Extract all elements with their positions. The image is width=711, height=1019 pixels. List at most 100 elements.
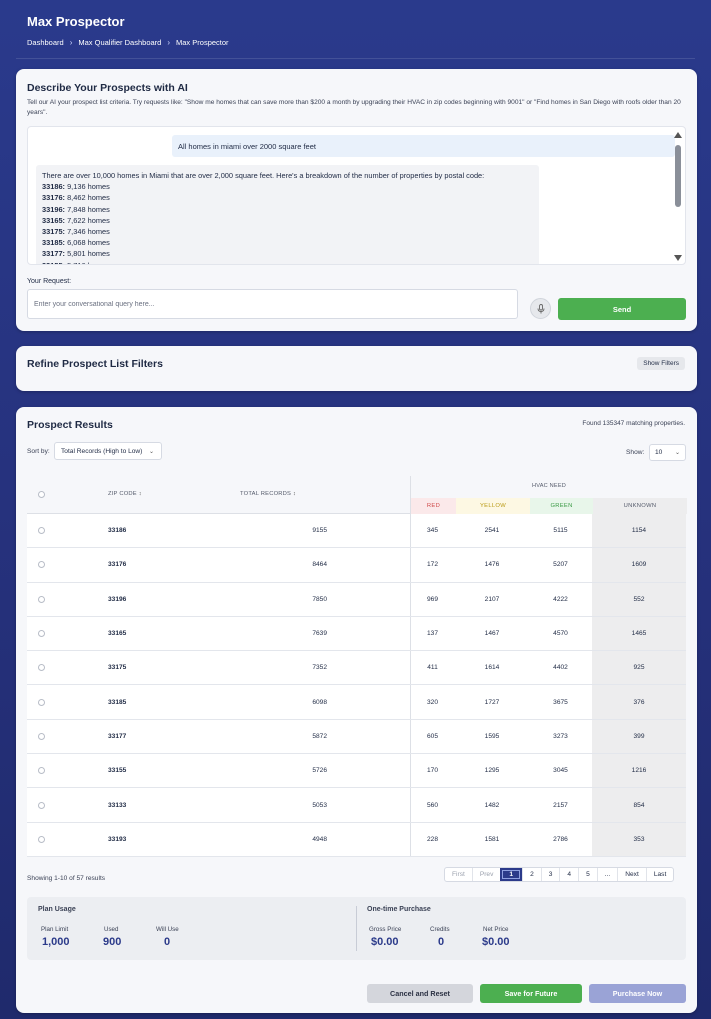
row-checkbox[interactable] — [38, 698, 45, 706]
purchase-now-button[interactable]: Purchase Now — [589, 984, 686, 1003]
page-button-1[interactable]: 1 — [500, 868, 523, 881]
cell-zip: 33176 — [108, 561, 127, 569]
credits-label: Credits — [430, 926, 450, 933]
ai-breakdown-count: 7,848 homes — [65, 204, 110, 214]
table-row[interactable]: 33177 5872 605 1595 3273 399 — [27, 719, 686, 755]
cell-green: 2786 — [553, 835, 568, 843]
row-checkbox[interactable] — [38, 732, 45, 740]
cell-total: 4948 — [312, 835, 327, 843]
net-price-value: $0.00 — [482, 936, 510, 948]
page-button-4[interactable]: 4 — [559, 868, 578, 881]
hvac-need-header: HVAC NEED RED YELLOW GREEN UNKNOWN — [410, 476, 687, 514]
ai-breakdown-zip: 33176: — [42, 193, 66, 203]
column-total-label: TOTAL RECORDS — [240, 491, 292, 497]
column-header-total[interactable]: TOTAL RECORDS ↕ — [240, 491, 296, 497]
page-last-button[interactable]: Last — [645, 868, 673, 881]
send-button[interactable]: Send — [558, 298, 686, 320]
row-checkbox[interactable] — [38, 561, 45, 569]
cell-total: 8464 — [312, 561, 327, 569]
table-row[interactable]: 33133 5053 560 1482 2157 854 — [27, 788, 686, 823]
row-checkbox[interactable] — [38, 767, 45, 775]
chevron-right-icon: › — [167, 38, 171, 47]
scroll-up-arrow-icon[interactable] — [674, 132, 682, 138]
cell-red: 137 — [426, 630, 438, 638]
page-button-3[interactable]: 3 — [540, 868, 560, 881]
results-card: Prospect Results Found 135347 matching p… — [16, 407, 697, 1013]
cell-total: 7352 — [312, 664, 327, 672]
ai-breakdown-count: 8,462 homes — [65, 193, 110, 203]
scroll-thumb[interactable] — [675, 145, 681, 207]
table-row[interactable]: 33176 8464 172 1476 5207 1609 — [27, 548, 686, 583]
page-next-button[interactable]: Next — [617, 868, 646, 881]
cell-zip: 33185 — [108, 698, 127, 706]
table-body: 33186 9155 345 2541 5115 1154 33176 8464 172 1476… — [27, 514, 686, 857]
chat-history[interactable]: All homes in miami over 2000 square feet… — [27, 126, 686, 265]
show-label: Show: — [626, 449, 645, 456]
request-input[interactable] — [27, 289, 518, 319]
usage-divider — [356, 906, 357, 951]
cell-total: 5053 — [312, 801, 327, 809]
ai-card-title: Describe Your Prospects with AI — [27, 82, 188, 94]
cell-yellow: 1467 — [484, 630, 500, 638]
net-price-label: Net Price — [483, 926, 509, 933]
scroll-down-arrow-icon[interactable] — [674, 255, 682, 261]
table-row[interactable]: 33155 5726 170 1295 3045 1216 — [27, 754, 686, 789]
cell-unknown: 1609 — [631, 561, 647, 569]
header-divider — [16, 58, 695, 59]
cell-yellow: 1595 — [484, 732, 500, 740]
row-checkbox[interactable] — [38, 630, 45, 638]
breadcrumb-max-prospector: Max Prospector — [176, 38, 229, 47]
microphone-icon — [537, 303, 544, 313]
breadcrumb-dashboard[interactable]: Dashboard — [27, 38, 64, 47]
cell-green: 4570 — [553, 630, 568, 638]
sort-select[interactable]: Total Records (High to Low) ⌄ — [54, 442, 162, 460]
ai-breakdown-zip: 33175: — [42, 227, 66, 237]
table-row[interactable]: 33165 7639 137 1467 4570 1465 — [27, 616, 686, 652]
ai-breakdown-zip: 33177: — [42, 249, 66, 259]
select-all-checkbox[interactable] — [38, 491, 45, 498]
table-row[interactable]: 33185 6098 320 1727 3675 376 — [27, 685, 686, 720]
will-use-value: 0 — [164, 936, 171, 948]
page-size-select[interactable]: 10 ⌄ — [649, 444, 686, 461]
cell-yellow: 1476 — [484, 561, 500, 569]
row-checkbox-cell — [38, 823, 45, 856]
column-header-zip[interactable]: ZIP CODE ↕ — [108, 491, 142, 497]
page-prev-button[interactable]: Prev — [471, 868, 501, 881]
row-checkbox[interactable] — [38, 801, 45, 809]
row-checkbox[interactable] — [38, 527, 45, 535]
page-button-5[interactable]: 5 — [578, 868, 597, 881]
ai-breakdown-count: 9,136 homes — [65, 182, 110, 192]
cell-green: 4402 — [553, 664, 568, 672]
cell-red: 170 — [426, 767, 438, 775]
row-checkbox[interactable] — [38, 595, 45, 603]
filters-card: Refine Prospect List Filters Show Filter… — [16, 346, 697, 391]
ai-breakdown-zip: 33185: — [42, 238, 66, 248]
chat-scrollbar[interactable] — [673, 129, 683, 263]
row-checkbox[interactable] — [38, 664, 45, 672]
page-header: Max Prospector Dashboard › Max Qualifier… — [27, 14, 695, 47]
row-checkbox-cell — [38, 514, 45, 547]
row-checkbox-cell — [38, 754, 45, 787]
credits-value: 0 — [438, 936, 445, 948]
page-first-button[interactable]: First — [445, 868, 472, 881]
microphone-button[interactable] — [530, 298, 551, 319]
ai-description: Tell our AI your prospect list criteria.… — [27, 99, 681, 116]
save-for-future-button[interactable]: Save for Future — [480, 984, 582, 1003]
cell-total: 5872 — [312, 732, 327, 740]
table-row[interactable]: 33196 7850 969 2107 4222 552 — [27, 582, 686, 617]
breadcrumb-max-qualifier-dashboard[interactable]: Max Qualifier Dashboard — [78, 38, 161, 47]
table-row[interactable]: 33175 7352 411 1614 4402 925 — [27, 651, 686, 686]
show-filters-button[interactable]: Show Filters — [637, 357, 685, 370]
row-checkbox[interactable] — [38, 835, 45, 843]
ai-breakdown-list: 33186: 9,136 homes 33176: 8,462 homes 3319… — [42, 181, 533, 264]
purchase-title: One-time Purchase — [367, 906, 431, 913]
ai-breakdown-line: 33155: 5,716 homes — [42, 260, 533, 264]
page-button-2[interactable]: 2 — [522, 868, 541, 881]
table-row[interactable]: 33186 9155 345 2541 5115 1154 — [27, 514, 686, 549]
table-row[interactable]: 33193 4948 228 1581 2786 353 — [27, 822, 686, 857]
cancel-reset-button[interactable]: Cancel and Reset — [367, 984, 473, 1003]
cell-unknown: 854 — [633, 801, 645, 809]
cell-red: 172 — [426, 561, 438, 569]
ai-breakdown-line: 33185: 6,068 homes — [42, 237, 533, 248]
ai-breakdown-line: 33196: 7,848 homes — [42, 204, 533, 215]
